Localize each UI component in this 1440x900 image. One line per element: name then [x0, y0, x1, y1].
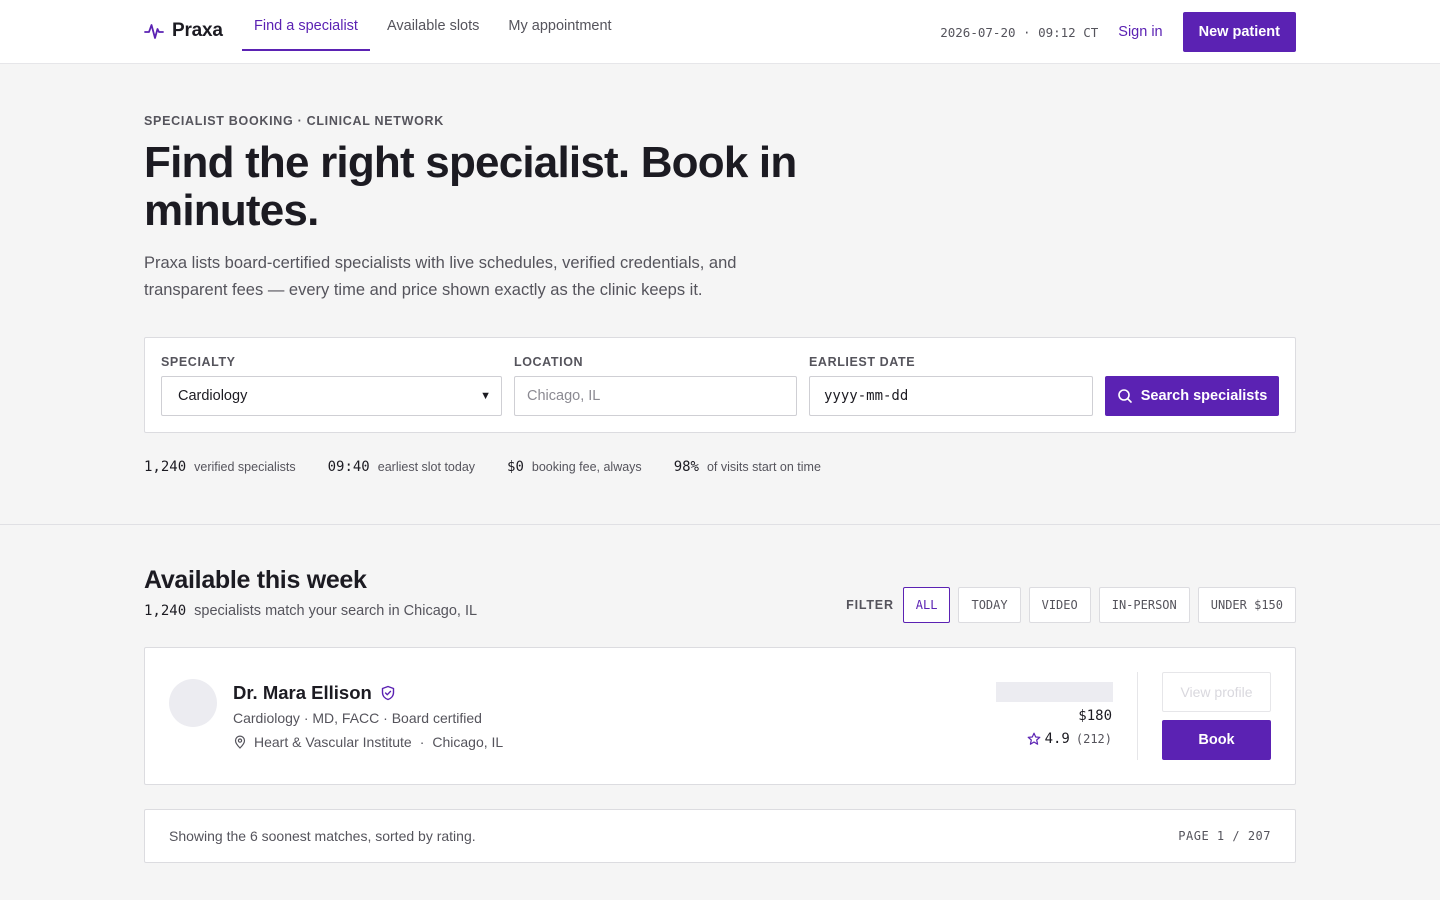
specialty-label: SPECIALTY [161, 355, 236, 369]
stat-value: 98% [673, 459, 699, 475]
specialist-card: Dr. Mara Ellison Cardiology · MD, FACC ·… [144, 647, 1296, 785]
pulse-icon [144, 24, 164, 39]
top-nav: Praxa Find a specialist Available slots … [0, 0, 1440, 64]
loading-placeholder [996, 682, 1113, 702]
clinic-city: Chicago, IL [432, 734, 504, 750]
filter-label: FILTER [846, 598, 894, 612]
search-button-label: Search specialists [1140, 388, 1268, 404]
rating: 4.9 (212) [1027, 731, 1112, 747]
primary-nav: Find a specialist Available slots My app… [242, 0, 629, 64]
results-title: Available this week [144, 566, 367, 594]
search-icon [1117, 389, 1132, 403]
clock-readout: 2026-07-20 · 09:12 CT [940, 24, 1099, 40]
hero-headline: Find the right specialist. Book in minut… [144, 138, 797, 235]
clinic-name: Heart & Vascular Institute [254, 734, 412, 750]
location-input[interactable]: Chicago, IL [514, 376, 797, 416]
stat-value: $0 [507, 459, 524, 475]
stat-item: 09:40 earliest slot today [328, 459, 475, 475]
visit-price: $180 [1078, 708, 1112, 724]
search-form: SPECIALTY Cardiology ▼ LOCATION Chicago,… [144, 337, 1296, 433]
stat-value: 09:40 [327, 459, 370, 475]
location-label: LOCATION [514, 355, 584, 369]
page-indicator: PAGE 1 / 207 [1178, 829, 1271, 843]
new-patient-button[interactable]: New patient [1182, 12, 1296, 52]
results-subtitle-text: specialists match your search in Chicago… [194, 603, 478, 619]
stat-item: 1,240 verified specialists [144, 459, 296, 475]
nav-actions: 2026-07-20 · 09:12 CT Sign in New patien… [940, 12, 1296, 52]
hero-lede: Praxa lists board-certified specialists … [144, 254, 737, 299]
review-count: (212) [1075, 732, 1112, 746]
stat-value: 1,240 [144, 459, 187, 475]
specialty-select[interactable]: Cardiology ▼ [161, 376, 502, 416]
earliest-date-input[interactable]: yyyy-mm-dd [809, 376, 1093, 416]
sign-in-link[interactable]: Sign in [1118, 24, 1162, 40]
separator-dot: · [419, 734, 425, 750]
stat-label: of visits start on time [706, 460, 821, 474]
results-subtitle: 1,240 specialists match your search in C… [144, 603, 477, 619]
search-specialists-button[interactable]: Search specialists [1105, 376, 1279, 416]
specialist-credentials: Cardiology · MD, FACC · Board certified [233, 710, 482, 726]
stat-item: $0 booking fee, always [507, 459, 642, 475]
specialist-name-row: Dr. Mara Ellison [233, 682, 396, 704]
results-summary: Showing the 6 soonest matches, sorted by… [169, 828, 476, 844]
filter-chip-video[interactable]: VIDEO [1028, 587, 1091, 623]
stat-item: 98% of visits start on time [674, 459, 821, 475]
filter-chip-all[interactable]: ALL [902, 587, 951, 623]
stat-label: earliest slot today [377, 460, 476, 474]
results-count: 1,240 [144, 603, 187, 619]
nav-link-available-slots[interactable]: Available slots [375, 0, 491, 51]
stat-label: verified specialists [194, 460, 296, 474]
filter-chip-today[interactable]: TODAY [958, 587, 1021, 623]
filter-chip-in-person[interactable]: IN-PERSON [1098, 587, 1190, 623]
verified-shield-icon [381, 685, 394, 701]
nav-link-my-appointment[interactable]: My appointment [496, 0, 623, 51]
specialist-location: Heart & Vascular Institute · Chicago, IL [233, 734, 503, 750]
chevron-down-icon: ▼ [480, 390, 491, 402]
specialist-name[interactable]: Dr. Mara Ellison [233, 682, 372, 704]
filter-chip-under-150[interactable]: UNDER $150 [1197, 587, 1296, 623]
date-label: EARLIEST DATE [809, 355, 916, 369]
hero-eyebrow: SPECIALIST BOOKING · CLINICAL NETWORK [144, 114, 444, 128]
map-pin-icon [234, 735, 246, 749]
filter-bar: FILTER ALL TODAY VIDEO IN-PERSON UNDER $… [846, 587, 1296, 623]
book-button[interactable]: Book [1162, 720, 1271, 760]
brand-logo[interactable]: Praxa [144, 20, 223, 42]
specialty-value: Cardiology [178, 388, 248, 404]
star-icon [1027, 732, 1040, 745]
nav-link-find-specialist[interactable]: Find a specialist [242, 0, 370, 51]
brand-name: Praxa [172, 20, 223, 41]
divider [1137, 672, 1138, 760]
rating-value: 4.9 [1044, 731, 1070, 747]
hero-section: SPECIALIST BOOKING · CLINICAL NETWORK Fi… [0, 65, 1440, 525]
stat-label: booking fee, always [531, 460, 642, 474]
results-footer: Showing the 6 soonest matches, sorted by… [144, 809, 1296, 863]
stats-row: 1,240 verified specialists 09:40 earlies… [144, 459, 853, 475]
avatar [169, 679, 217, 727]
view-profile-button[interactable]: View profile [1162, 672, 1271, 712]
